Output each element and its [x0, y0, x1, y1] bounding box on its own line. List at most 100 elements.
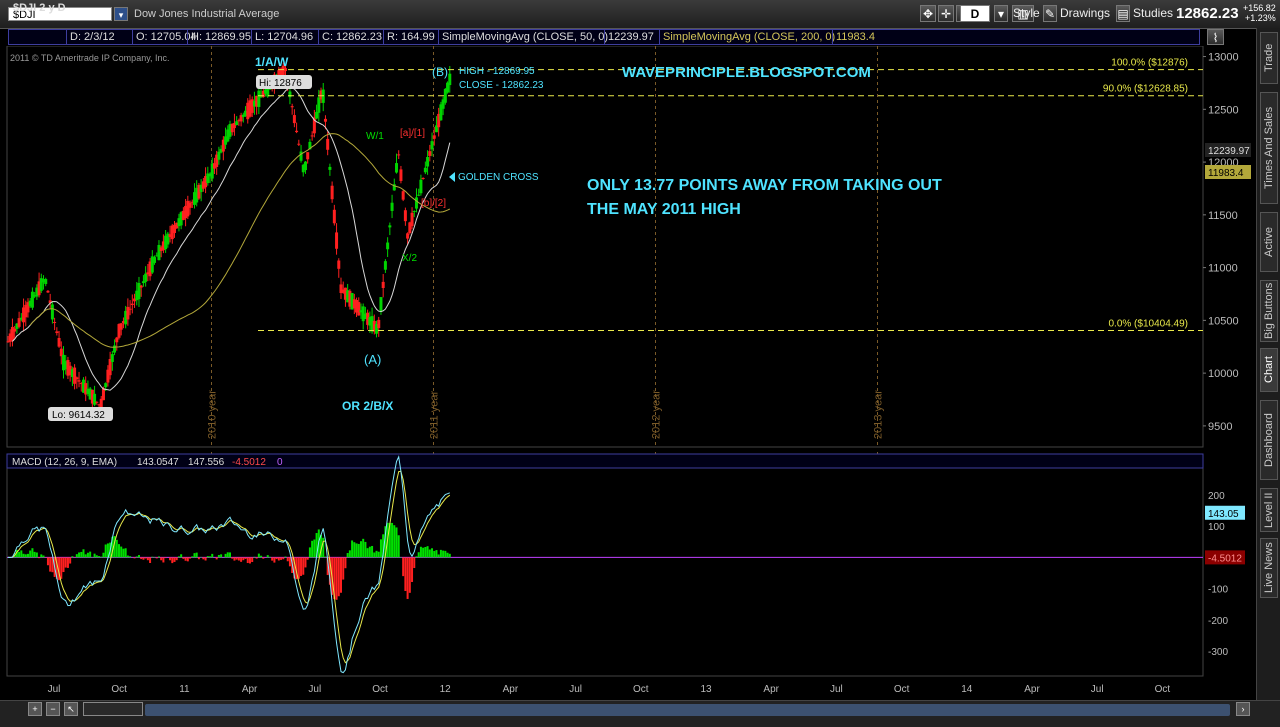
w1-label: W/1: [366, 131, 384, 142]
candle-body: [432, 135, 436, 139]
candle-body: [337, 260, 341, 269]
badge-hist: -4.5012: [1208, 553, 1242, 564]
x-tick-label: Jul: [830, 684, 843, 695]
macd-pane: MACD (12, 26, 9, EMA) 143.0547 147.556 -4.5…: [6, 453, 1245, 677]
info-high: H: 12869.95: [187, 30, 254, 44]
pencil-icon: ✎: [1044, 7, 1056, 21]
candle-body: [113, 345, 117, 353]
candle-body: [95, 401, 99, 403]
hist-value: -4.5012: [232, 457, 266, 468]
info-range: R: 164.99: [383, 30, 438, 44]
period-dropdown-button[interactable]: ▾: [994, 5, 1008, 22]
candle-body: [386, 242, 390, 250]
sidebar-tab-active-trader[interactable]: Active Trader: [1260, 212, 1280, 272]
candle-body: [399, 169, 403, 181]
candle-body: [50, 304, 54, 320]
scroll-left-area[interactable]: [83, 702, 143, 716]
golden-cross-label: GOLDEN CROSS: [458, 172, 539, 183]
change-abs: +156.82: [1243, 3, 1276, 13]
chart-title: $DJI 2 y D: [13, 2, 66, 14]
style-text[interactable]: Style: [1013, 6, 1040, 20]
candle-body: [128, 308, 132, 310]
sma200-value: 11983.4: [832, 30, 878, 44]
note-line-1: ONLY 13.77 POINTS AWAY FROM TAKING OUT: [587, 177, 942, 194]
candle-body: [395, 163, 398, 173]
candle-body: [115, 337, 119, 343]
fib-label-0: 100.0% ($12876): [1111, 58, 1188, 69]
drawings-icon-button[interactable]: ✎: [1043, 5, 1057, 22]
x-tick-label: Apr: [503, 684, 519, 695]
zoom-out-button[interactable]: −: [46, 702, 60, 716]
year-label-1: 2011 year: [429, 391, 441, 439]
sidebar-tab-live-news[interactable]: Live News: [1260, 538, 1278, 598]
candle-body: [388, 225, 392, 228]
symbol-dropdown-button[interactable]: ▾: [114, 7, 128, 21]
studies-button[interactable]: Studies: [1133, 6, 1173, 20]
x-tick-label: Oct: [372, 684, 388, 695]
chart-settings-button[interactable]: ⌇: [1207, 29, 1224, 45]
price-tick-label: 13000: [1208, 52, 1239, 64]
info-close: C: 12862.23: [318, 30, 385, 44]
candle-body: [119, 323, 123, 330]
candle-body: [295, 130, 299, 133]
x-tick-label: Jul: [1091, 684, 1104, 695]
zoom-in-button[interactable]: +: [28, 702, 42, 716]
scroll-right-button[interactable]: ›: [1236, 702, 1250, 716]
candle-body: [157, 244, 161, 261]
candle-body: [46, 290, 50, 293]
x-tick-label: Oct: [1155, 684, 1171, 695]
studies-icon-button[interactable]: ▤: [1116, 5, 1130, 22]
candle-body: [315, 111, 319, 119]
note-line-2: THE MAY 2011 HIGH: [587, 201, 741, 218]
pan-icon: ✥: [922, 7, 934, 21]
symbol-description: Dow Jones Industrial Average: [134, 8, 280, 20]
chart-canvas[interactable]: 2010 year 2011 year 2012 year 2013 year 9500…: [0, 46, 1256, 700]
candle-body: [328, 166, 332, 170]
candle-body: [217, 151, 221, 160]
badge-sma50: 12239.97: [1208, 146, 1250, 157]
sma200-label: SimpleMovingAvg (CLOSE, 200, 0): [659, 30, 838, 44]
candle-body: [414, 197, 418, 209]
crosshair-tool-button[interactable]: ✛: [938, 5, 954, 22]
chart-icon: ⌇: [1212, 31, 1219, 45]
x-tick-label: Jul: [308, 684, 321, 695]
macd-frame: [6, 453, 1204, 677]
zoom-out-icon: −: [50, 704, 56, 714]
signal-value: 147.556: [188, 457, 225, 468]
a1-label: [a]/[1]: [400, 128, 425, 139]
candle-body: [53, 321, 57, 323]
sidebar-tab-big-buttons[interactable]: Big Buttons: [1260, 280, 1278, 342]
price-change: +156.82 +1.23%: [1243, 3, 1276, 23]
candle-body: [412, 211, 416, 213]
candle-body: [310, 135, 314, 137]
x-tick-label: 14: [961, 684, 973, 695]
horizontal-scrollbar[interactable]: [145, 704, 1230, 716]
candle-body: [323, 118, 327, 122]
drawings-button[interactable]: Drawings: [1060, 6, 1110, 20]
period-button[interactable]: D: [960, 5, 990, 22]
pan-tool-button[interactable]: ✥: [920, 5, 936, 22]
candle-body: [139, 285, 143, 288]
price-tick-label: 9500: [1208, 421, 1232, 433]
candle-body: [335, 232, 339, 249]
right-sidebar: Trade Times And Sales Active Trader Big But…: [1256, 28, 1280, 700]
sidebar-tab-chart[interactable]: Chart: [1260, 348, 1278, 392]
info-date: D: 2/3/12: [66, 30, 118, 44]
sidebar-tab-dashboard[interactable]: Dashboard: [1260, 400, 1278, 480]
candle-body: [397, 154, 401, 156]
year-label-3: 2013 year: [873, 390, 885, 439]
pointer-button[interactable]: ↖: [64, 702, 78, 716]
price-tick-label: 10000: [1208, 368, 1239, 380]
sidebar-tab-level-ii[interactable]: Level II: [1260, 488, 1278, 532]
sidebar-tab-times-and-sales[interactable]: Times And Sales: [1260, 92, 1278, 204]
price-pane-frame: [6, 46, 1204, 448]
candle-body: [257, 90, 261, 107]
candle-body: [299, 151, 303, 161]
sidebar-tab-trade[interactable]: Trade: [1260, 32, 1278, 84]
sma50-value: 12239.97: [604, 30, 657, 44]
x-tick-label: Jul: [569, 684, 582, 695]
wave-1aw-label: 1/A/W: [255, 55, 289, 69]
change-pct: +1.23%: [1245, 13, 1276, 23]
candle-body: [430, 141, 434, 150]
candle-body: [137, 282, 141, 300]
